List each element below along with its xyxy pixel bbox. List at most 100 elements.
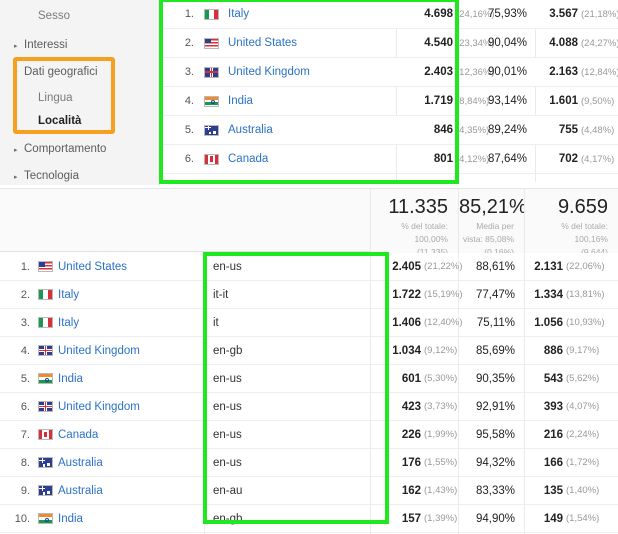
- country-label[interactable]: Canada: [228, 153, 268, 165]
- sessions-value: 1.722: [392, 288, 421, 301]
- country-label[interactable]: United States: [58, 261, 127, 273]
- users-value: 1.334: [534, 288, 563, 301]
- new-sessions-value: 88,61%: [475, 260, 515, 273]
- table-row[interactable]: 6. United Kingdom en-us 423 (3,73%) 92,91% 393…: [0, 393, 618, 421]
- flag-italy-icon: [38, 289, 53, 300]
- country-label[interactable]: Italy: [58, 317, 79, 329]
- country-link[interactable]: United Kingdom: [58, 393, 200, 420]
- sidebar-item-sesso[interactable]: Sesso: [0, 4, 160, 30]
- users-percent: (4,07%): [566, 393, 618, 420]
- chevron-down-icon[interactable]: [14, 70, 24, 77]
- table-row[interactable]: 3. United Kingdom 2.403 (12,36%) 90,01% 2.163…: [160, 58, 618, 87]
- new-sessions-value: 93,14%: [487, 95, 527, 107]
- total-new-sessions-line1: Media per: [476, 221, 514, 231]
- flag-canada-icon: [204, 153, 219, 165]
- row-index: 2.: [20, 288, 30, 301]
- country-link[interactable]: United States: [58, 253, 200, 280]
- table-row[interactable]: 1. Italy 4.698 (24,16%) 75,93% 3.567 (21,18%): [160, 0, 618, 29]
- table-row[interactable]: 6. Canada 801 (4,12%) 87,64% 702 (4,17%): [160, 145, 618, 174]
- sessions-cell: 423: [371, 393, 421, 420]
- sessions-cell: 157: [371, 505, 421, 532]
- country-label[interactable]: United Kingdom: [58, 401, 140, 413]
- row-index: 7.: [20, 428, 30, 441]
- country-link[interactable]: United Kingdom: [58, 337, 200, 364]
- country-link[interactable]: Italy: [58, 281, 200, 308]
- total-users-line2: 100,16%: [574, 234, 608, 244]
- new-sessions-value: 90,04%: [487, 37, 527, 49]
- row-index: 6.: [20, 400, 30, 413]
- table-row[interactable]: 2. United States 4.540 (23,34%) 90,04% 4.088(…: [160, 29, 618, 58]
- country-label[interactable]: Italy: [58, 289, 79, 301]
- sidebar-item-dati-geografici[interactable]: Dati geografici: [0, 60, 160, 86]
- table-row[interactable]: 9. Australia en-au 162 (1,43%) 83,33% 135 (1,40…: [0, 477, 618, 505]
- country-link[interactable]: United States: [228, 29, 393, 57]
- sidebar-item-tecnologia[interactable]: Tecnologia: [0, 164, 160, 190]
- country-link[interactable]: Australia: [228, 116, 393, 144]
- flag-australia-icon: [204, 124, 219, 136]
- table-row[interactable]: 10. India en-gb 157 (1,39%) 94,90% 149 (1,54%): [0, 505, 618, 533]
- row-flag: [204, 87, 224, 115]
- total-users-cell: 9.659% del totale: 100,16% (9.644): [524, 189, 618, 257]
- country-label[interactable]: United Kingdom: [58, 345, 140, 357]
- table-row[interactable]: 7. Canada en-us 226 (1,99%) 95,58% 216 (2,24%): [0, 421, 618, 449]
- country-label[interactable]: Canada: [58, 429, 98, 441]
- country-label[interactable]: India: [228, 95, 253, 107]
- sidebar-item-localit-[interactable]: Località: [0, 109, 160, 135]
- language-cell: en-gb: [213, 505, 363, 532]
- users-percent: (4,48%): [581, 116, 618, 144]
- new-sessions-value: 90,35%: [475, 372, 515, 385]
- country-link[interactable]: India: [58, 505, 200, 532]
- new-sessions-cell: 87,64%: [459, 145, 527, 173]
- country-link[interactable]: India: [58, 365, 200, 392]
- users-percent: (1,54%): [566, 505, 618, 532]
- new-sessions-cell: 94,32%: [459, 449, 515, 476]
- country-link[interactable]: India: [228, 87, 393, 115]
- country-label[interactable]: India: [58, 373, 83, 385]
- sessions-percent-value: (3,73%): [424, 401, 458, 412]
- table-row[interactable]: 3. Italy it 1.406 (12,40%) 75,11% 1.056 (10,93%…: [0, 309, 618, 337]
- country-label[interactable]: India: [58, 513, 83, 525]
- country-link[interactable]: Australia: [58, 449, 200, 476]
- row-flag: [204, 116, 224, 144]
- chevron-right-icon[interactable]: [14, 147, 24, 154]
- country-label[interactable]: United Kingdom: [228, 66, 310, 78]
- sessions-percent-value: (9,12%): [424, 345, 458, 356]
- users-percent: (10,93%): [566, 309, 618, 336]
- sessions-cell: 2.405: [371, 253, 421, 280]
- chevron-right-icon[interactable]: [14, 43, 24, 50]
- sidebar-item-interessi[interactable]: Interessi: [0, 33, 160, 59]
- new-sessions-value: 75,11%: [476, 316, 515, 329]
- users-cell: 543: [525, 365, 563, 392]
- language-cell: en-us: [213, 393, 363, 420]
- row-flag: [38, 449, 58, 476]
- table-row[interactable]: 2. Italy it-it 1.722 (15,19%) 77,47% 1.334 (13,…: [0, 281, 618, 309]
- sessions-value: 846: [433, 124, 453, 136]
- country-label[interactable]: United States: [228, 37, 297, 49]
- chevron-right-icon[interactable]: [14, 174, 24, 181]
- sidebar-item-comportamento[interactable]: Comportamento: [0, 137, 160, 163]
- table-row[interactable]: 8. Australia en-us 176 (1,55%) 94,32% 166 (1,72…: [0, 449, 618, 477]
- users-percent: (9,17%): [566, 337, 618, 364]
- country-link[interactable]: Canada: [58, 421, 200, 448]
- table-row[interactable]: 5. Australia 846 (4,35%) 89,24% 755 (4,48%): [160, 116, 618, 145]
- language-value: en-au: [213, 484, 243, 497]
- country-label[interactable]: Italy: [228, 8, 249, 20]
- country-label[interactable]: Australia: [58, 485, 103, 497]
- country-link[interactable]: United Kingdom: [228, 58, 393, 86]
- flag-italy-icon: [204, 8, 219, 20]
- country-link[interactable]: Australia: [58, 477, 200, 504]
- users-cell: 149: [525, 505, 563, 532]
- country-label[interactable]: Australia: [228, 124, 273, 136]
- new-sessions-cell: 75,11%: [459, 309, 515, 336]
- table-row[interactable]: 5. India en-us 601 (5,30%) 90,35% 543 (5,62%): [0, 365, 618, 393]
- country-label[interactable]: Australia: [58, 457, 103, 469]
- sessions-cell: 162: [371, 477, 421, 504]
- country-link[interactable]: Italy: [58, 309, 200, 336]
- table-row[interactable]: 4. India 1.719 (8,84%) 93,14% 1.601 (9,50%): [160, 87, 618, 116]
- country-link[interactable]: Italy: [228, 0, 393, 28]
- table-row[interactable]: 4. United Kingdom en-gb 1.034 (9,12%) 85,69% 8…: [0, 337, 618, 365]
- language-value: en-us: [213, 372, 242, 385]
- table-row[interactable]: 1. United States en-us 2.405 (21,22%) 88,61% 2…: [0, 253, 618, 281]
- row-index: 4.: [20, 344, 30, 357]
- country-link[interactable]: Canada: [228, 145, 393, 173]
